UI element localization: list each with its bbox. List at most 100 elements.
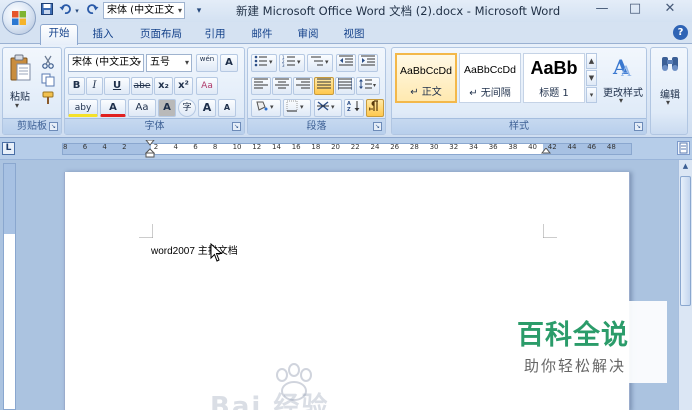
chinese-layout-button[interactable]: ▾ [314, 99, 342, 117]
show-marks-button[interactable] [366, 99, 384, 117]
styles-scroll-down[interactable]: ▼ [586, 70, 597, 86]
ruler-number: 30 [429, 143, 439, 151]
shading-icon: ▾ [256, 101, 274, 111]
decrease-indent-button[interactable] [336, 54, 356, 72]
undo-dropdown-icon[interactable]: ▾ [73, 3, 81, 19]
bullets-button[interactable]: ▾ [251, 54, 277, 72]
enclose-characters-button[interactable]: 字 [178, 99, 196, 117]
office-button[interactable] [2, 1, 36, 35]
pinyin-guide-button[interactable]: wén [196, 54, 218, 72]
tab-references[interactable]: 引用 [200, 26, 230, 44]
svg-text:A: A [620, 64, 632, 78]
ruler-number: 14 [272, 143, 281, 151]
strikethrough-button[interactable]: abe [131, 77, 153, 95]
mouse-cursor-icon [210, 243, 223, 262]
scroll-up-icon[interactable]: ▲ [680, 162, 691, 174]
close-button[interactable]: ✕ [655, 0, 685, 20]
copy-icon[interactable] [41, 73, 55, 87]
change-case-button[interactable]: Aa [128, 99, 156, 117]
superscript-button[interactable]: x² [174, 77, 193, 95]
font-size-combo[interactable]: 五号 ▾ [146, 54, 192, 72]
font-color-button[interactable]: A [100, 99, 126, 117]
svg-text:▾: ▾ [300, 103, 304, 111]
borders-button[interactable]: ▾ [283, 99, 311, 117]
font-dialog-launcher[interactable]: ↘ [232, 122, 241, 131]
chevron-down-icon[interactable]: ▾ [15, 101, 19, 110]
indent-marker-icon[interactable] [145, 140, 155, 158]
clipboard-group: 粘贴 ▾ 剪贴板 ↘ [2, 47, 62, 135]
sort-button[interactable]: AZ [344, 99, 364, 117]
shrink-font-button[interactable]: A [218, 99, 236, 117]
undo-icon[interactable] [58, 3, 72, 19]
paragraph-dialog-launcher[interactable]: ↘ [373, 122, 382, 131]
tab-home[interactable]: 开始 [40, 24, 78, 45]
multilevel-list-icon: ▾ [311, 56, 329, 66]
character-border-button[interactable]: A [220, 54, 238, 72]
ruler-number: 2 [122, 143, 127, 151]
ruler-number: 26 [390, 143, 400, 151]
align-center-button[interactable] [272, 77, 292, 95]
scrollbar-thumb[interactable] [680, 176, 691, 306]
text-highlight-button[interactable]: aby [68, 99, 98, 117]
styles-scroll-up[interactable]: ▲ [586, 53, 597, 69]
watermark-panel: 百科全说 助你轻松解决 [497, 301, 667, 383]
style-normal-sample: AaBbCcDd [400, 65, 452, 77]
tab-page-layout[interactable]: 页面布局 [135, 26, 187, 44]
clear-formatting-button[interactable]: Aa [196, 77, 218, 95]
maximize-button[interactable]: □ [620, 0, 650, 20]
paragraph-group-label: 段落 [248, 118, 385, 134]
minimize-button[interactable]: — [587, 0, 617, 20]
tab-selector-button[interactable]: L [2, 142, 15, 155]
styles-group: AaBbCcDd ↵ 正文 AaBbCcDd ↵ 无间隔 AaBb 标题 1 ▲… [391, 47, 647, 135]
style-normal[interactable]: AaBbCcDd ↵ 正文 [395, 53, 457, 103]
numbering-button[interactable]: 1 2 3 ▾ [279, 54, 305, 72]
justify-button[interactable] [314, 77, 334, 95]
cut-icon[interactable] [41, 55, 55, 69]
view-ruler-icon[interactable] [677, 141, 690, 155]
styles-dialog-launcher[interactable]: ↘ [634, 122, 643, 131]
styles-more[interactable]: ▾ [586, 87, 597, 103]
style-no-spacing[interactable]: AaBbCcDd ↵ 无间隔 [459, 53, 521, 103]
tab-insert[interactable]: 插入 [88, 26, 118, 44]
line-spacing-button[interactable]: ▾ [356, 77, 380, 95]
save-icon[interactable] [40, 3, 54, 19]
italic-button[interactable]: I [86, 77, 103, 95]
style-no-spacing-sample: AaBbCcDd [464, 64, 516, 76]
horizontal-ruler[interactable]: 8 6 4 2 2 4 6 8 10 12 14 16 18 20 22 24 26 28 30 32 34 36 38 40… [62, 140, 632, 158]
ruler-number: 48 [606, 143, 616, 151]
bold-button[interactable]: B [68, 77, 85, 95]
vertical-ruler[interactable] [3, 163, 16, 410]
format-painter-icon[interactable] [41, 91, 55, 105]
binoculars-icon[interactable] [660, 54, 680, 74]
character-shading-button[interactable]: A [158, 99, 176, 117]
customize-qat-button[interactable]: ▾ [194, 3, 204, 19]
decrease-indent-icon [339, 55, 353, 66]
style-heading-1[interactable]: AaBb 标题 1 [523, 53, 585, 103]
qat-font-combo[interactable]: 宋体 (中文正文 ▾ [103, 2, 185, 19]
redo-icon[interactable] [86, 3, 100, 19]
align-left-button[interactable] [251, 77, 271, 95]
shading-button[interactable]: ▾ [251, 99, 281, 117]
right-indent-marker-icon[interactable] [541, 148, 551, 157]
ruler-number: 46 [587, 143, 597, 151]
clipboard-dialog-launcher[interactable]: ↘ [49, 122, 58, 131]
subscript-button[interactable]: x₂ [154, 77, 173, 95]
help-icon[interactable]: ? [673, 25, 688, 40]
ribbon: 粘贴 ▾ 剪贴板 ↘ 宋体 (中文正文 ▾ 五号 ▾ wén A B I U a… [0, 44, 692, 138]
font-name-combo[interactable]: 宋体 (中文正文 ▾ [68, 54, 144, 72]
change-styles-button[interactable]: A A 更改样式 ▾ [600, 50, 646, 105]
distributed-button[interactable] [335, 77, 355, 95]
paste-button-label[interactable]: 粘贴 [5, 88, 35, 103]
tab-view[interactable]: 视图 [339, 26, 369, 44]
paste-icon[interactable] [9, 54, 31, 82]
align-right-button[interactable] [293, 77, 313, 95]
pinyin-guide-label: wén [199, 55, 215, 63]
document-body-text[interactable]: word2007 主排文档 [151, 242, 238, 257]
vertical-scrollbar[interactable]: ▲ [678, 160, 692, 410]
multilevel-list-button[interactable]: ▾ [307, 54, 333, 72]
tab-review[interactable]: 审阅 [293, 26, 323, 44]
grow-font-button[interactable]: A [198, 99, 216, 117]
increase-indent-button[interactable] [358, 54, 378, 72]
tab-mailings[interactable]: 邮件 [247, 26, 277, 44]
underline-button[interactable]: U [104, 77, 130, 95]
